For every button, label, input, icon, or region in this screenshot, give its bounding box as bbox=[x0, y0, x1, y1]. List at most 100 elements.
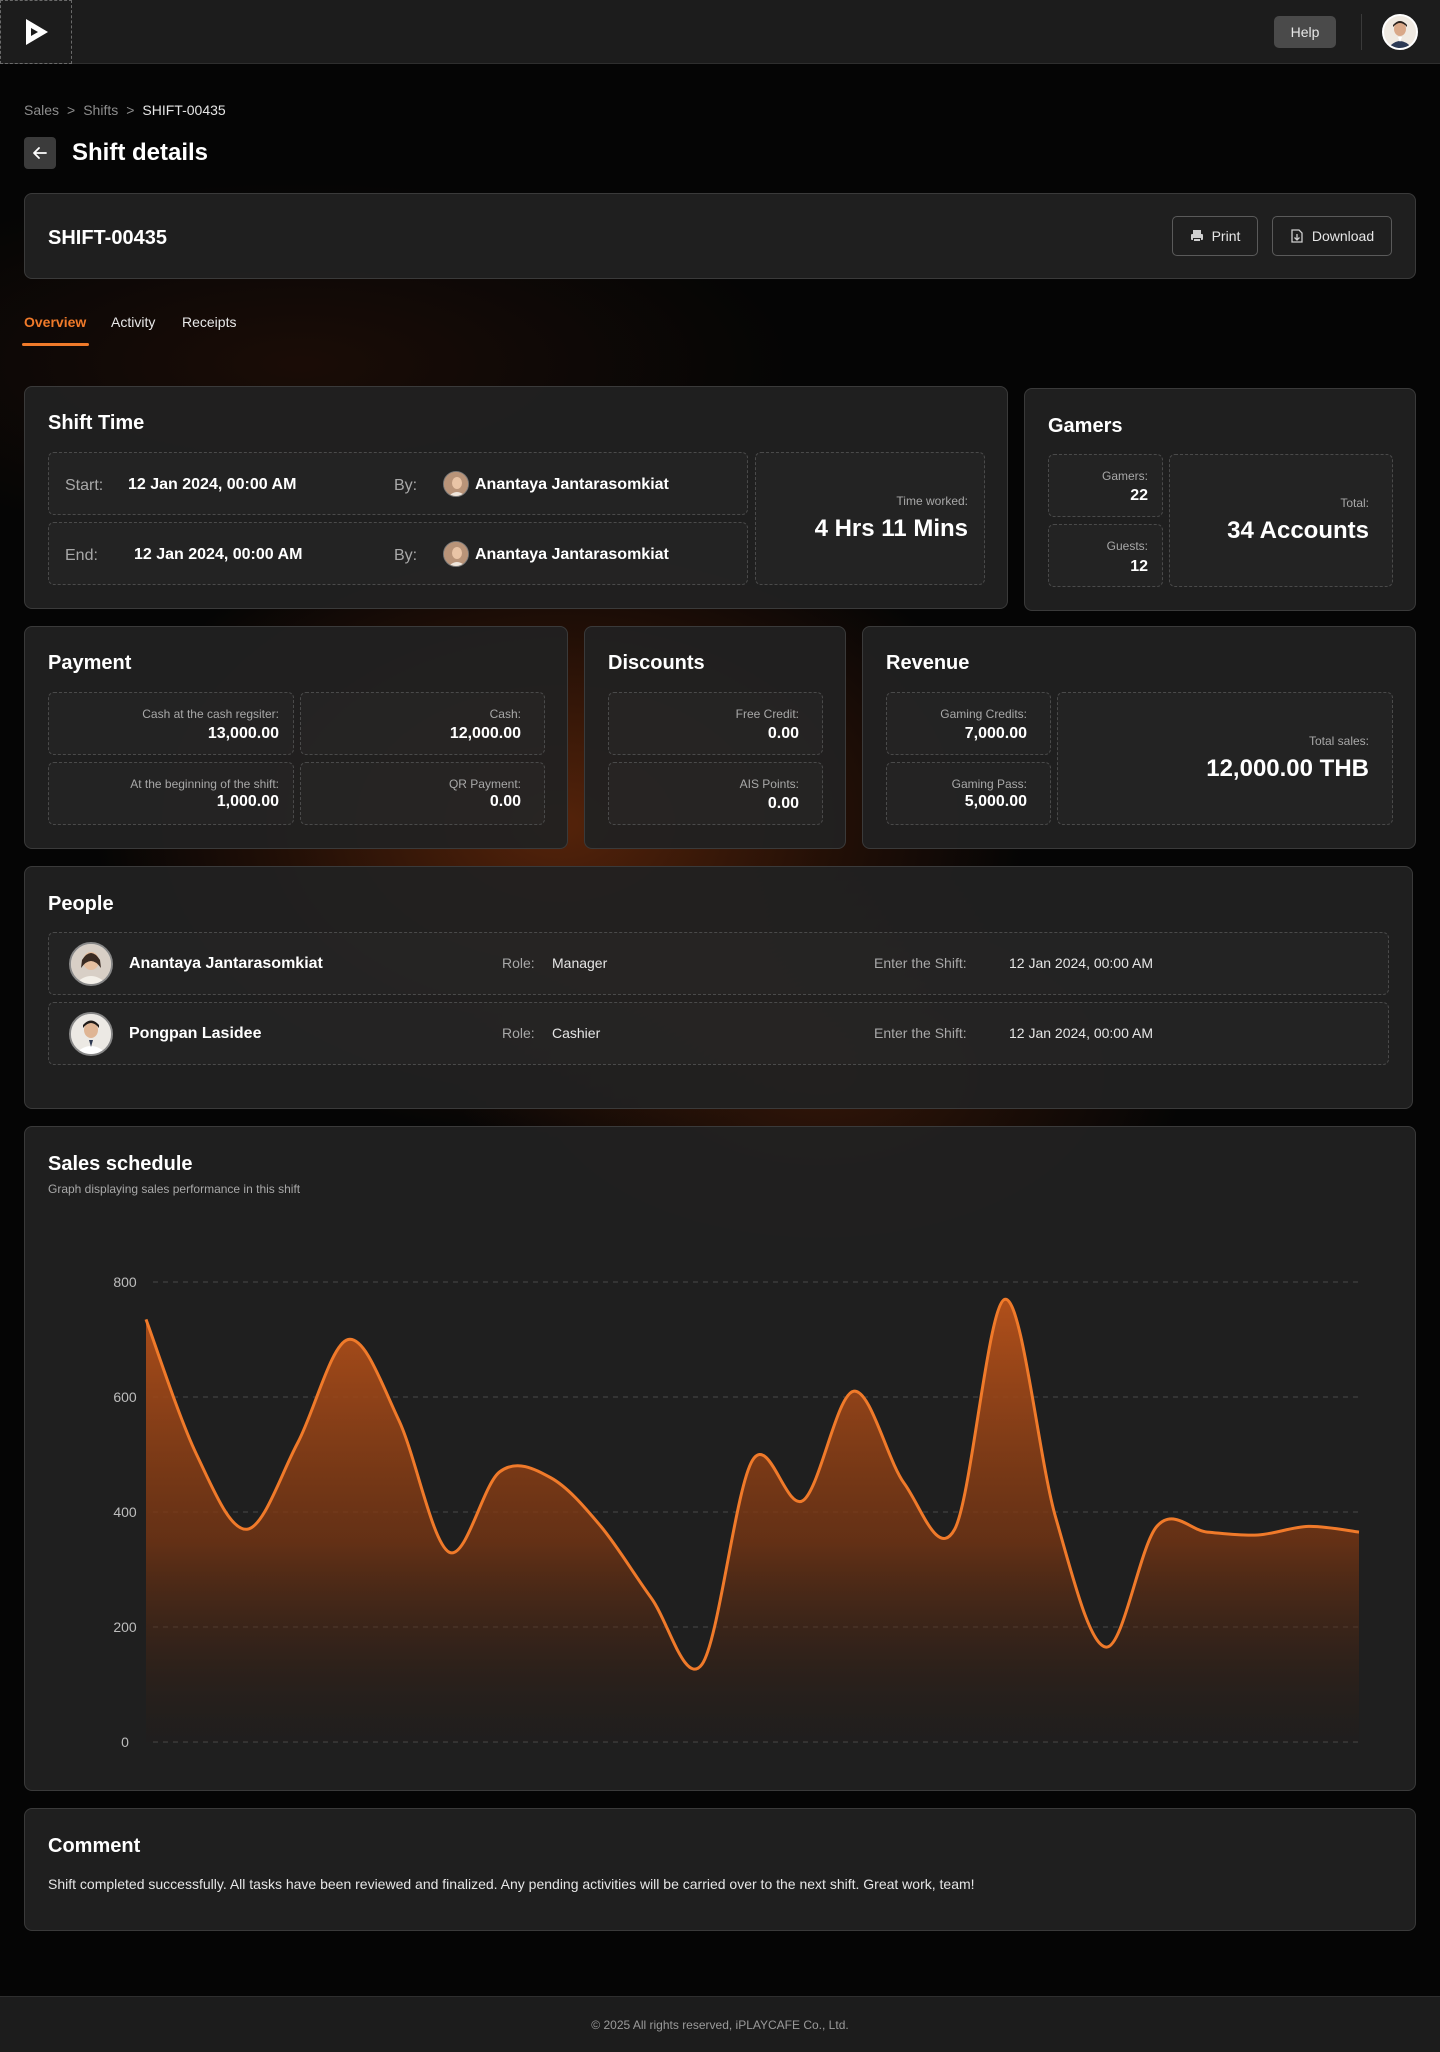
shift-time-title: Shift Time bbox=[48, 412, 145, 434]
start-by-name: Anantaya Jantarasomkiat bbox=[475, 476, 669, 493]
gaming-credits-value: 7,000.00 bbox=[964, 725, 1027, 742]
shift-header-card: SHIFT-00435 Print Download bbox=[24, 193, 1416, 279]
y-tick-label: 0 bbox=[121, 1734, 129, 1750]
free-credit-box: Free Credit: 0.00 bbox=[608, 692, 823, 755]
shift-end-row: End: 12 Jan 2024, 00:00 AM By: Anantaya … bbox=[48, 522, 748, 585]
end-by-avatar bbox=[443, 541, 469, 567]
beginning-balance-label: At the beginning of the shift: bbox=[130, 777, 279, 791]
guests-count-value: 12 bbox=[1130, 558, 1148, 575]
arrow-left-icon bbox=[33, 147, 47, 159]
time-worked-label: Time worked: bbox=[896, 494, 968, 508]
beginning-balance-value: 1,000.00 bbox=[216, 793, 279, 810]
comment-text: Shift completed successfully. All tasks … bbox=[48, 1876, 975, 1892]
qr-payment-value: 0.00 bbox=[489, 793, 521, 810]
total-accounts-label: Total: bbox=[1340, 496, 1369, 510]
y-tick-label: 400 bbox=[113, 1504, 137, 1520]
shift-time-card: Shift Time Start: 12 Jan 2024, 00:00 AM … bbox=[24, 386, 1008, 609]
gaming-pass-value: 5,000.00 bbox=[964, 793, 1027, 810]
total-sales-box: Total sales: 12,000.00 THB bbox=[1057, 692, 1393, 825]
people-card: People Anantaya Jantarasomkiat Role: Man… bbox=[24, 866, 1413, 1109]
revenue-title: Revenue bbox=[886, 652, 970, 674]
enter-shift-label: Enter the Shift: bbox=[874, 1025, 967, 1041]
person-avatar bbox=[69, 942, 113, 986]
people-row[interactable]: Anantaya Jantarasomkiat Role: Manager En… bbox=[48, 932, 1389, 995]
breadcrumb-separator: > bbox=[126, 102, 135, 118]
time-worked-box: Time worked: 4 Hrs 11 Mins bbox=[755, 452, 985, 585]
y-tick-label: 600 bbox=[113, 1389, 137, 1405]
people-row[interactable]: Pongpan Lasidee Role: Cashier Enter the … bbox=[48, 1002, 1389, 1065]
breadcrumb: Sales > Shifts > SHIFT-00435 bbox=[24, 102, 226, 118]
breadcrumb-current: SHIFT-00435 bbox=[142, 102, 226, 118]
total-accounts-value: 34 Accounts bbox=[1227, 517, 1369, 544]
person-entered-time: 12 Jan 2024, 00:00 AM bbox=[1009, 1025, 1153, 1041]
tab-overview[interactable]: Overview bbox=[24, 314, 86, 330]
print-label: Print bbox=[1211, 228, 1241, 244]
gamers-count-label: Gamers: bbox=[1101, 469, 1148, 483]
back-button[interactable] bbox=[24, 137, 56, 169]
breadcrumb-separator: > bbox=[67, 102, 76, 118]
gamers-count-box: Gamers: 22 bbox=[1048, 454, 1163, 517]
printer-icon bbox=[1190, 230, 1203, 242]
end-by-name: Anantaya Jantarasomkiat bbox=[475, 546, 669, 563]
gaming-pass-label: Gaming Pass: bbox=[951, 777, 1027, 791]
free-credit-label: Free Credit: bbox=[735, 707, 799, 721]
guests-count-label: Guests: bbox=[1106, 539, 1148, 553]
user-avatar[interactable] bbox=[1382, 14, 1418, 50]
copyright-text: © 2025 All rights reserved, iPLAYCAFE Co… bbox=[591, 2017, 849, 2032]
qr-payment-box: QR Payment: 0.00 bbox=[300, 762, 545, 825]
ais-points-box: AIS Points: 0.00 bbox=[608, 762, 823, 825]
gamers-count-value: 22 bbox=[1130, 487, 1148, 504]
footer: © 2025 All rights reserved, iPLAYCAFE Co… bbox=[0, 1996, 1440, 2052]
role-label: Role: bbox=[502, 1025, 535, 1041]
payment-title: Payment bbox=[48, 652, 132, 674]
tab-activity[interactable]: Activity bbox=[111, 314, 155, 330]
shift-start-row: Start: 12 Jan 2024, 00:00 AM By: Anantay… bbox=[48, 452, 748, 515]
download-label: Download bbox=[1311, 228, 1375, 244]
shift-id: SHIFT-00435 bbox=[48, 227, 167, 249]
gaming-credits-label: Gaming Credits: bbox=[940, 707, 1027, 721]
breadcrumb-sales[interactable]: Sales bbox=[24, 102, 59, 118]
gaming-credits-box: Gaming Credits: 7,000.00 bbox=[886, 692, 1051, 755]
revenue-card: Revenue Gaming Credits: 7,000.00 Gaming … bbox=[862, 626, 1416, 849]
cash-box: Cash: 12,000.00 bbox=[300, 692, 545, 755]
start-value: 12 Jan 2024, 00:00 AM bbox=[128, 476, 297, 493]
sales-schedule-subtitle: Graph displaying sales performance in th… bbox=[48, 1182, 301, 1196]
download-file-icon bbox=[1291, 229, 1303, 243]
discounts-card: Discounts Free Credit: 0.00 AIS Points: … bbox=[584, 626, 846, 849]
end-value: 12 Jan 2024, 00:00 AM bbox=[134, 546, 303, 563]
cash-value: 12,000.00 bbox=[449, 725, 521, 742]
cash-label: Cash: bbox=[489, 707, 521, 721]
gamers-title: Gamers bbox=[1048, 415, 1123, 437]
start-by-avatar bbox=[443, 471, 469, 497]
page-title: Shift details bbox=[72, 139, 209, 166]
person-name: Anantaya Jantarasomkiat bbox=[129, 955, 323, 972]
total-sales-label: Total sales: bbox=[1308, 734, 1369, 748]
tab-active-indicator bbox=[22, 343, 89, 346]
free-credit-value: 0.00 bbox=[767, 725, 799, 742]
payment-card: Payment Cash at the cash regsiter: 13,00… bbox=[24, 626, 568, 849]
person-role: Manager bbox=[552, 955, 608, 971]
guests-count-box: Guests: 12 bbox=[1048, 524, 1163, 587]
gaming-pass-box: Gaming Pass: 5,000.00 bbox=[886, 762, 1051, 825]
time-worked-value: 4 Hrs 11 Mins bbox=[814, 515, 968, 542]
top-bar: Help bbox=[0, 0, 1440, 64]
cash-register-box: Cash at the cash regsiter: 13,000.00 bbox=[48, 692, 294, 755]
total-sales-value: 12,000.00 THB bbox=[1206, 755, 1369, 782]
print-button[interactable]: Print bbox=[1172, 216, 1258, 256]
help-button[interactable]: Help bbox=[1274, 16, 1336, 48]
y-tick-label: 800 bbox=[113, 1274, 137, 1290]
topbar-divider bbox=[1361, 14, 1362, 50]
discounts-title: Discounts bbox=[608, 652, 705, 674]
tab-receipts[interactable]: Receipts bbox=[182, 314, 236, 330]
sales-schedule-title: Sales schedule bbox=[48, 1153, 193, 1175]
breadcrumb-shifts[interactable]: Shifts bbox=[83, 102, 118, 118]
app-logo[interactable] bbox=[0, 0, 72, 64]
person-avatar bbox=[69, 1012, 113, 1056]
people-title: People bbox=[48, 893, 114, 915]
download-button[interactable]: Download bbox=[1272, 216, 1392, 256]
person-name: Pongpan Lasidee bbox=[129, 1025, 262, 1042]
comment-title: Comment bbox=[48, 1835, 141, 1857]
ais-points-label: AIS Points: bbox=[739, 777, 799, 791]
total-accounts-box: Total: 34 Accounts bbox=[1169, 454, 1393, 587]
ais-points-value: 0.00 bbox=[767, 795, 799, 812]
